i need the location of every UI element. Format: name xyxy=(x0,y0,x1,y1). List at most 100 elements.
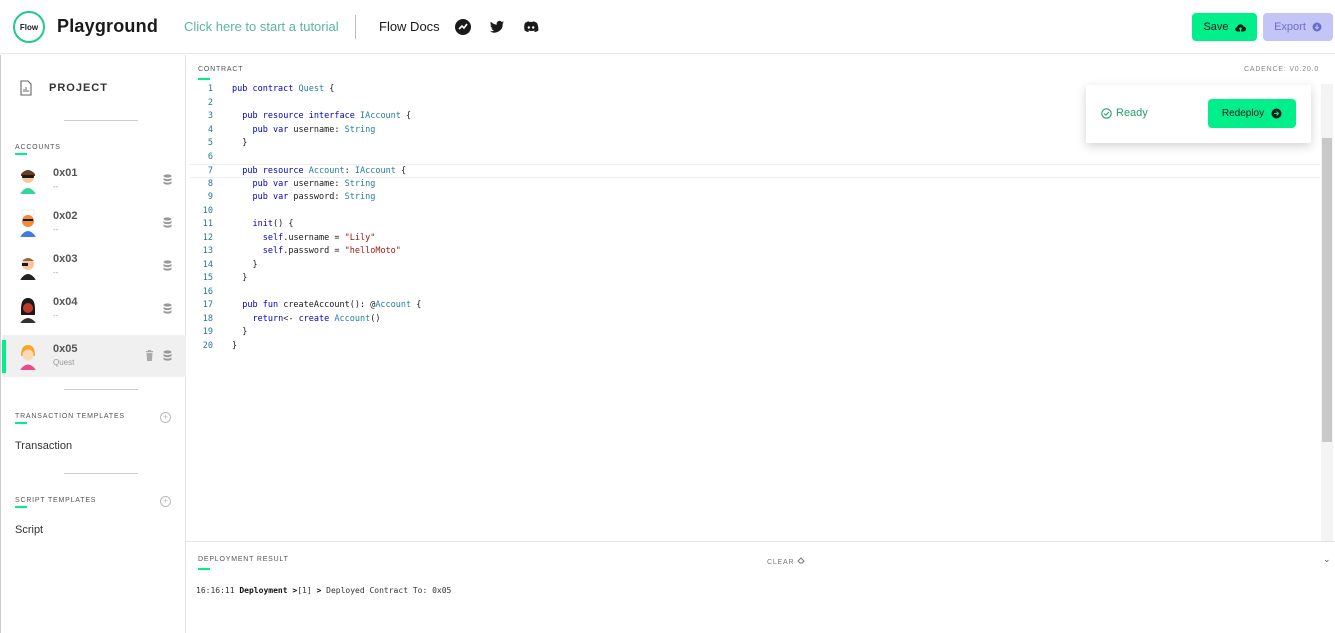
line-number: 4 xyxy=(207,124,213,135)
redeploy-button[interactable]: Redeploy xyxy=(1208,99,1296,128)
log-entry: 16:16:11 Deployment >[1] > Deployed Cont… xyxy=(196,586,452,595)
section-underline xyxy=(15,506,27,508)
code-line: 13 self.password = "helloMoto" xyxy=(190,245,1320,259)
account-item-0x02[interactable]: 0x02 -- xyxy=(2,202,186,244)
code-line: 18 return<- create Account() xyxy=(190,313,1320,327)
sidebar: PROJECT ACCOUNTS 0x01 -- 0x02 -- 0x03 --… xyxy=(0,55,186,633)
storage-icon[interactable] xyxy=(163,350,172,361)
code-line: 17 pub fun createAccount(): @Account { xyxy=(190,299,1320,313)
top-bar: Flow Playground Click here to start a tu… xyxy=(0,0,1335,54)
line-number: 7 xyxy=(207,166,213,176)
add-script-icon[interactable]: + xyxy=(160,496,171,507)
accounts-label: ACCOUNTS xyxy=(15,144,61,151)
status-ready: Ready xyxy=(1101,107,1148,119)
redeploy-label: Redeploy xyxy=(1221,108,1265,119)
log-kind: Deployment xyxy=(239,586,288,595)
account-item-0x05[interactable]: 0x05 Quest xyxy=(2,335,186,377)
code-line: 16 xyxy=(190,286,1320,300)
code-line: 9 pub var password: String xyxy=(190,191,1320,205)
transaction-template-item[interactable]: Transaction xyxy=(15,440,72,452)
log-ref: [1] xyxy=(297,586,312,595)
deployment-result-panel: DEPLOYMENT RESULT CLEAR ⌄ 16:16:11 Deplo… xyxy=(186,541,1335,633)
avatar xyxy=(20,298,36,323)
logo-text: Flow xyxy=(19,22,39,32)
line-number: 5 xyxy=(207,138,213,148)
trash-icon[interactable] xyxy=(145,350,154,361)
export-label: Export xyxy=(1274,21,1306,33)
account-address: 0x03 xyxy=(53,253,78,265)
section-underline xyxy=(15,422,27,424)
cloud-upload-icon xyxy=(1234,23,1246,32)
editor-title: CONTRACT xyxy=(198,66,244,73)
line-number: 3 xyxy=(207,111,213,121)
avatar xyxy=(20,170,36,194)
avatar xyxy=(20,345,36,370)
status-label: Ready xyxy=(1116,107,1148,119)
line-number: 14 xyxy=(202,259,213,270)
storage-icon[interactable] xyxy=(163,217,172,228)
code-line: 12 self.username = "Lily" xyxy=(190,232,1320,246)
line-number: 13 xyxy=(202,246,213,256)
line-number: 17 xyxy=(202,300,213,310)
code-line: 11 init() { xyxy=(190,218,1320,232)
line-number: 9 xyxy=(207,192,213,202)
clear-button[interactable]: CLEAR xyxy=(767,556,805,566)
line-number: 19 xyxy=(202,327,213,337)
divider xyxy=(64,473,138,474)
editor-scrollbar-thumb[interactable] xyxy=(1322,138,1332,442)
account-item-0x01[interactable]: 0x01 -- xyxy=(2,159,186,201)
eraser-icon xyxy=(797,557,805,564)
storage-icon[interactable] xyxy=(163,174,172,185)
code-line: 19 } xyxy=(190,326,1320,340)
code-line: 14 } xyxy=(190,259,1320,273)
save-button[interactable]: Save xyxy=(1192,13,1257,41)
cadence-version: CADENCE: V0.20.0 xyxy=(1244,66,1320,73)
flow-runner-icon[interactable] xyxy=(454,18,472,36)
twitter-icon[interactable] xyxy=(488,18,506,36)
storage-icon[interactable] xyxy=(163,260,172,271)
line-number: 15 xyxy=(202,273,213,283)
line-number: 1 xyxy=(207,84,213,94)
account-address: 0x05 xyxy=(53,343,78,355)
avatar xyxy=(20,258,36,280)
project-label: PROJECT xyxy=(49,82,108,94)
check-circle-icon xyxy=(1101,107,1112,119)
account-contract: -- xyxy=(53,268,59,277)
script-template-item[interactable]: Script xyxy=(15,524,43,536)
account-contract: -- xyxy=(53,225,59,234)
code-line: 15 } xyxy=(190,272,1320,286)
export-button[interactable]: Export xyxy=(1263,13,1333,41)
account-item-0x03[interactable]: 0x03 -- xyxy=(2,245,186,287)
storage-icon[interactable] xyxy=(163,303,172,314)
project-menu[interactable]: PROJECT xyxy=(19,80,108,96)
export-icon xyxy=(1312,22,1322,32)
tutorial-link[interactable]: Click here to start a tutorial xyxy=(184,19,339,34)
chevron-down-icon[interactable]: ⌄ xyxy=(1323,554,1331,565)
account-contract: -- xyxy=(53,182,59,191)
clear-label: CLEAR xyxy=(767,559,795,566)
code-line: 10 xyxy=(190,205,1320,219)
code-line: 6 xyxy=(190,151,1320,165)
header-divider xyxy=(355,15,356,39)
section-underline xyxy=(198,78,210,80)
line-number: 18 xyxy=(202,313,213,324)
log-message: Deployed Contract To: 0x05 xyxy=(326,586,452,595)
divider xyxy=(64,389,138,390)
script-templates-label: SCRIPT TEMPLATES xyxy=(15,497,97,504)
account-item-0x04[interactable]: 0x04 -- xyxy=(2,288,186,330)
code-line: 8 pub var username: String xyxy=(190,178,1320,192)
line-number: 16 xyxy=(202,286,213,297)
account-contract: Quest xyxy=(53,358,75,367)
flow-logo[interactable]: Flow xyxy=(13,11,45,43)
flow-docs-link[interactable]: Flow Docs xyxy=(379,19,440,34)
code-line-active: 7 pub resource Account: IAccount { xyxy=(190,164,1320,178)
line-number: 2 xyxy=(207,97,213,108)
deployment-result-label: DEPLOYMENT RESULT xyxy=(198,556,289,563)
account-address: 0x01 xyxy=(53,167,78,179)
arrow-right-circle-icon xyxy=(1271,108,1282,119)
document-icon xyxy=(20,80,32,96)
discord-icon[interactable] xyxy=(522,18,540,36)
add-transaction-icon[interactable]: + xyxy=(160,412,171,423)
divider xyxy=(64,120,138,121)
account-address: 0x04 xyxy=(53,296,78,308)
